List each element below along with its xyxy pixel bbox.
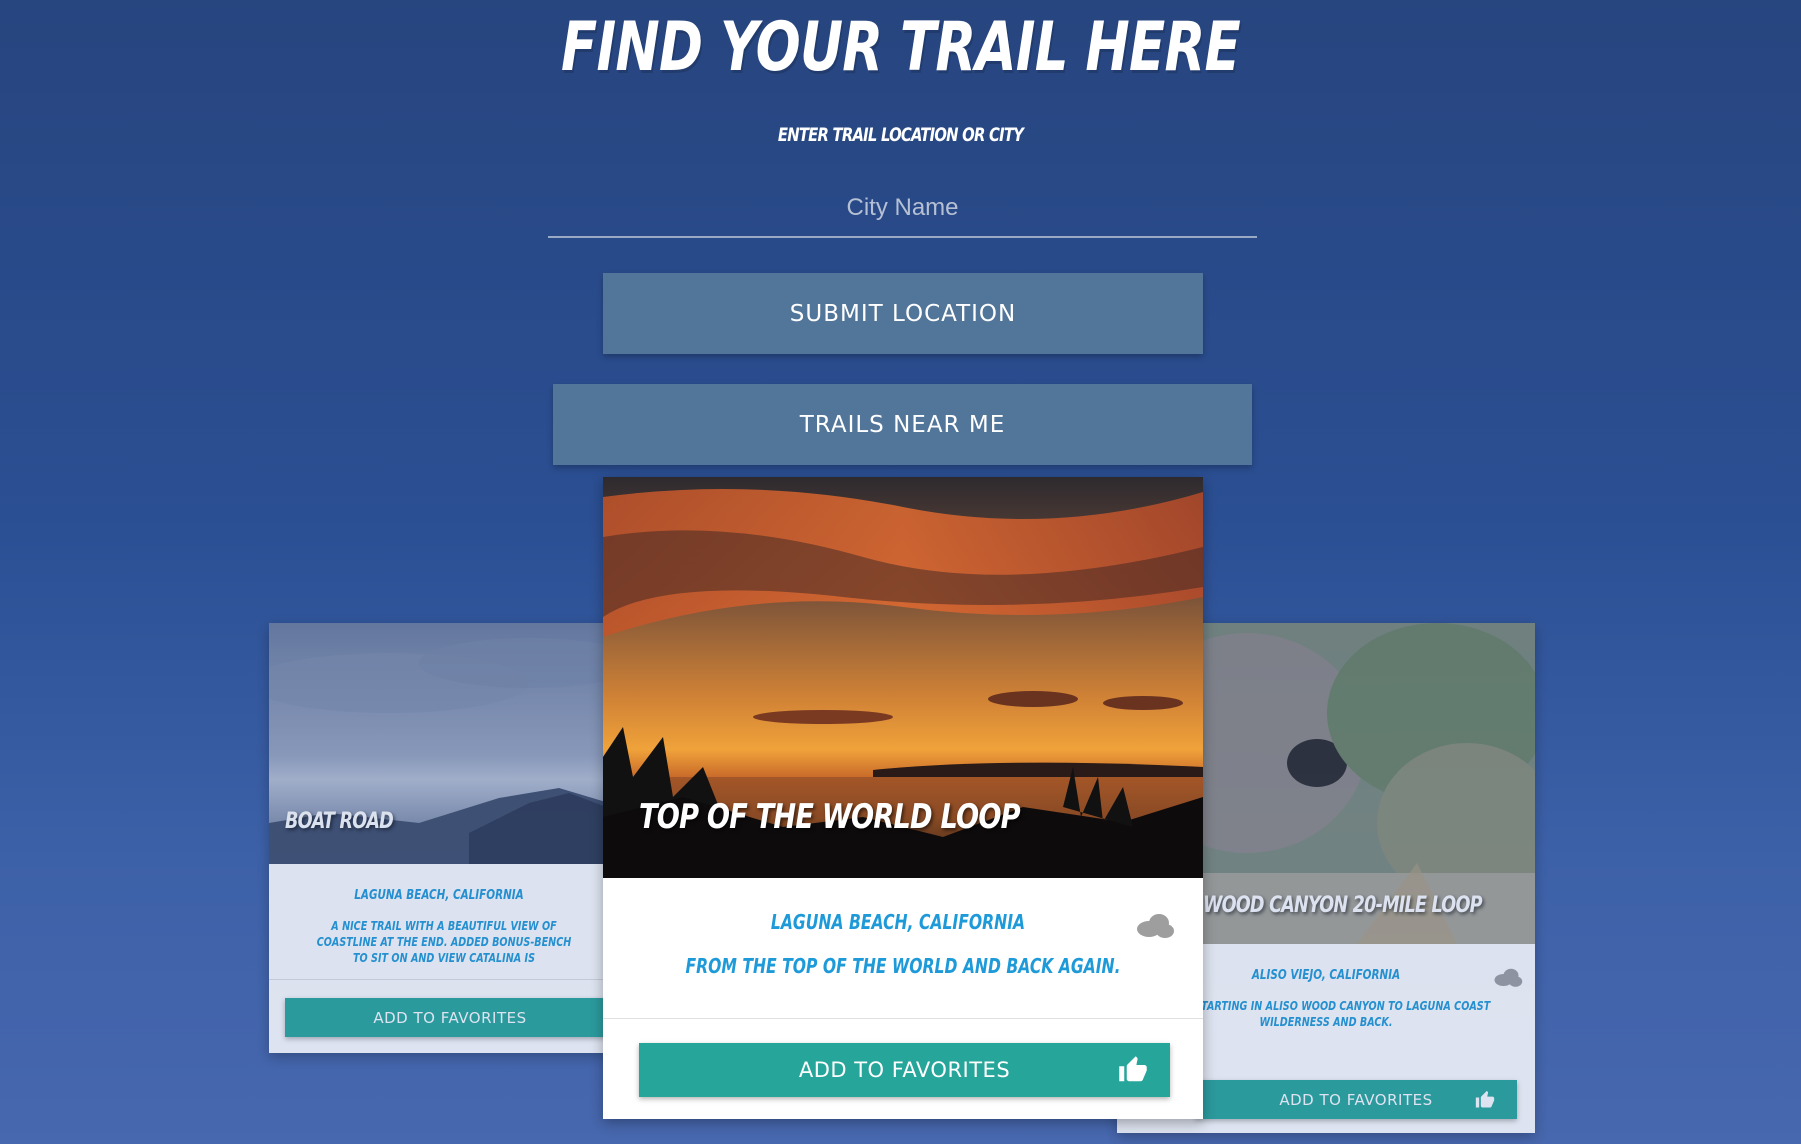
trail-card-left: Boat Road LAGUNA BEACH, CALIFORNIA A NIC…: [269, 623, 609, 1053]
fav-label: ADD TO FAVORITES: [798, 1058, 1011, 1082]
trail-location: LAGUNA BEACH, CALIFORNIA: [354, 888, 524, 903]
trail-location: ALISO VIEJO, CALIFORNIA: [1251, 968, 1401, 983]
thumbs-up-icon: [1119, 1056, 1147, 1082]
search-label: Enter Trail Location or City: [777, 124, 1024, 146]
trail-name: Top of the World Loop: [639, 797, 1021, 837]
cloud-icon: [1494, 968, 1523, 987]
trail-description: FROM THE TOP OF THE WORLD AND BACK AGAIN…: [685, 954, 1121, 978]
page-title: Find Your Trail Here: [560, 8, 1241, 87]
fav-label: ADD TO FAVORITES: [1279, 1090, 1433, 1109]
trail-photo: Top of the World Loop: [603, 477, 1203, 878]
add-to-favorites-button[interactable]: ADD TO FAVORITES: [1195, 1080, 1517, 1119]
trail-name: Boat Road: [285, 809, 394, 834]
add-to-favorites-button[interactable]: ADD TO FAVORITES: [639, 1043, 1170, 1097]
thumbs-up-icon: [1475, 1090, 1495, 1107]
trail-card-center: Top of the World Loop LAGUNA BEACH, CALI…: [603, 477, 1203, 1119]
trail-photo: Boat Road: [269, 623, 609, 864]
trails-near-me-button[interactable]: TRAILS NEAR ME: [553, 384, 1252, 465]
trail-description: A NICE TRAIL WITH A BEAUTIFUL VIEW OF CO…: [316, 919, 572, 965]
cloud-icon: [1137, 914, 1174, 938]
trail-name: Wood Canyon 20-Mile Loop: [1203, 893, 1483, 918]
submit-location-button[interactable]: SUBMIT LOCATION: [603, 273, 1203, 354]
trail-description: LOOP STARTING IN ALISO WOOD CANYON TO LA…: [1161, 999, 1491, 1029]
trail-location: LAGUNA BEACH, CALIFORNIA: [770, 910, 1026, 934]
city-search-input[interactable]: [548, 180, 1257, 238]
add-to-favorites-button[interactable]: ADD TO FAVORITES: [285, 998, 609, 1037]
